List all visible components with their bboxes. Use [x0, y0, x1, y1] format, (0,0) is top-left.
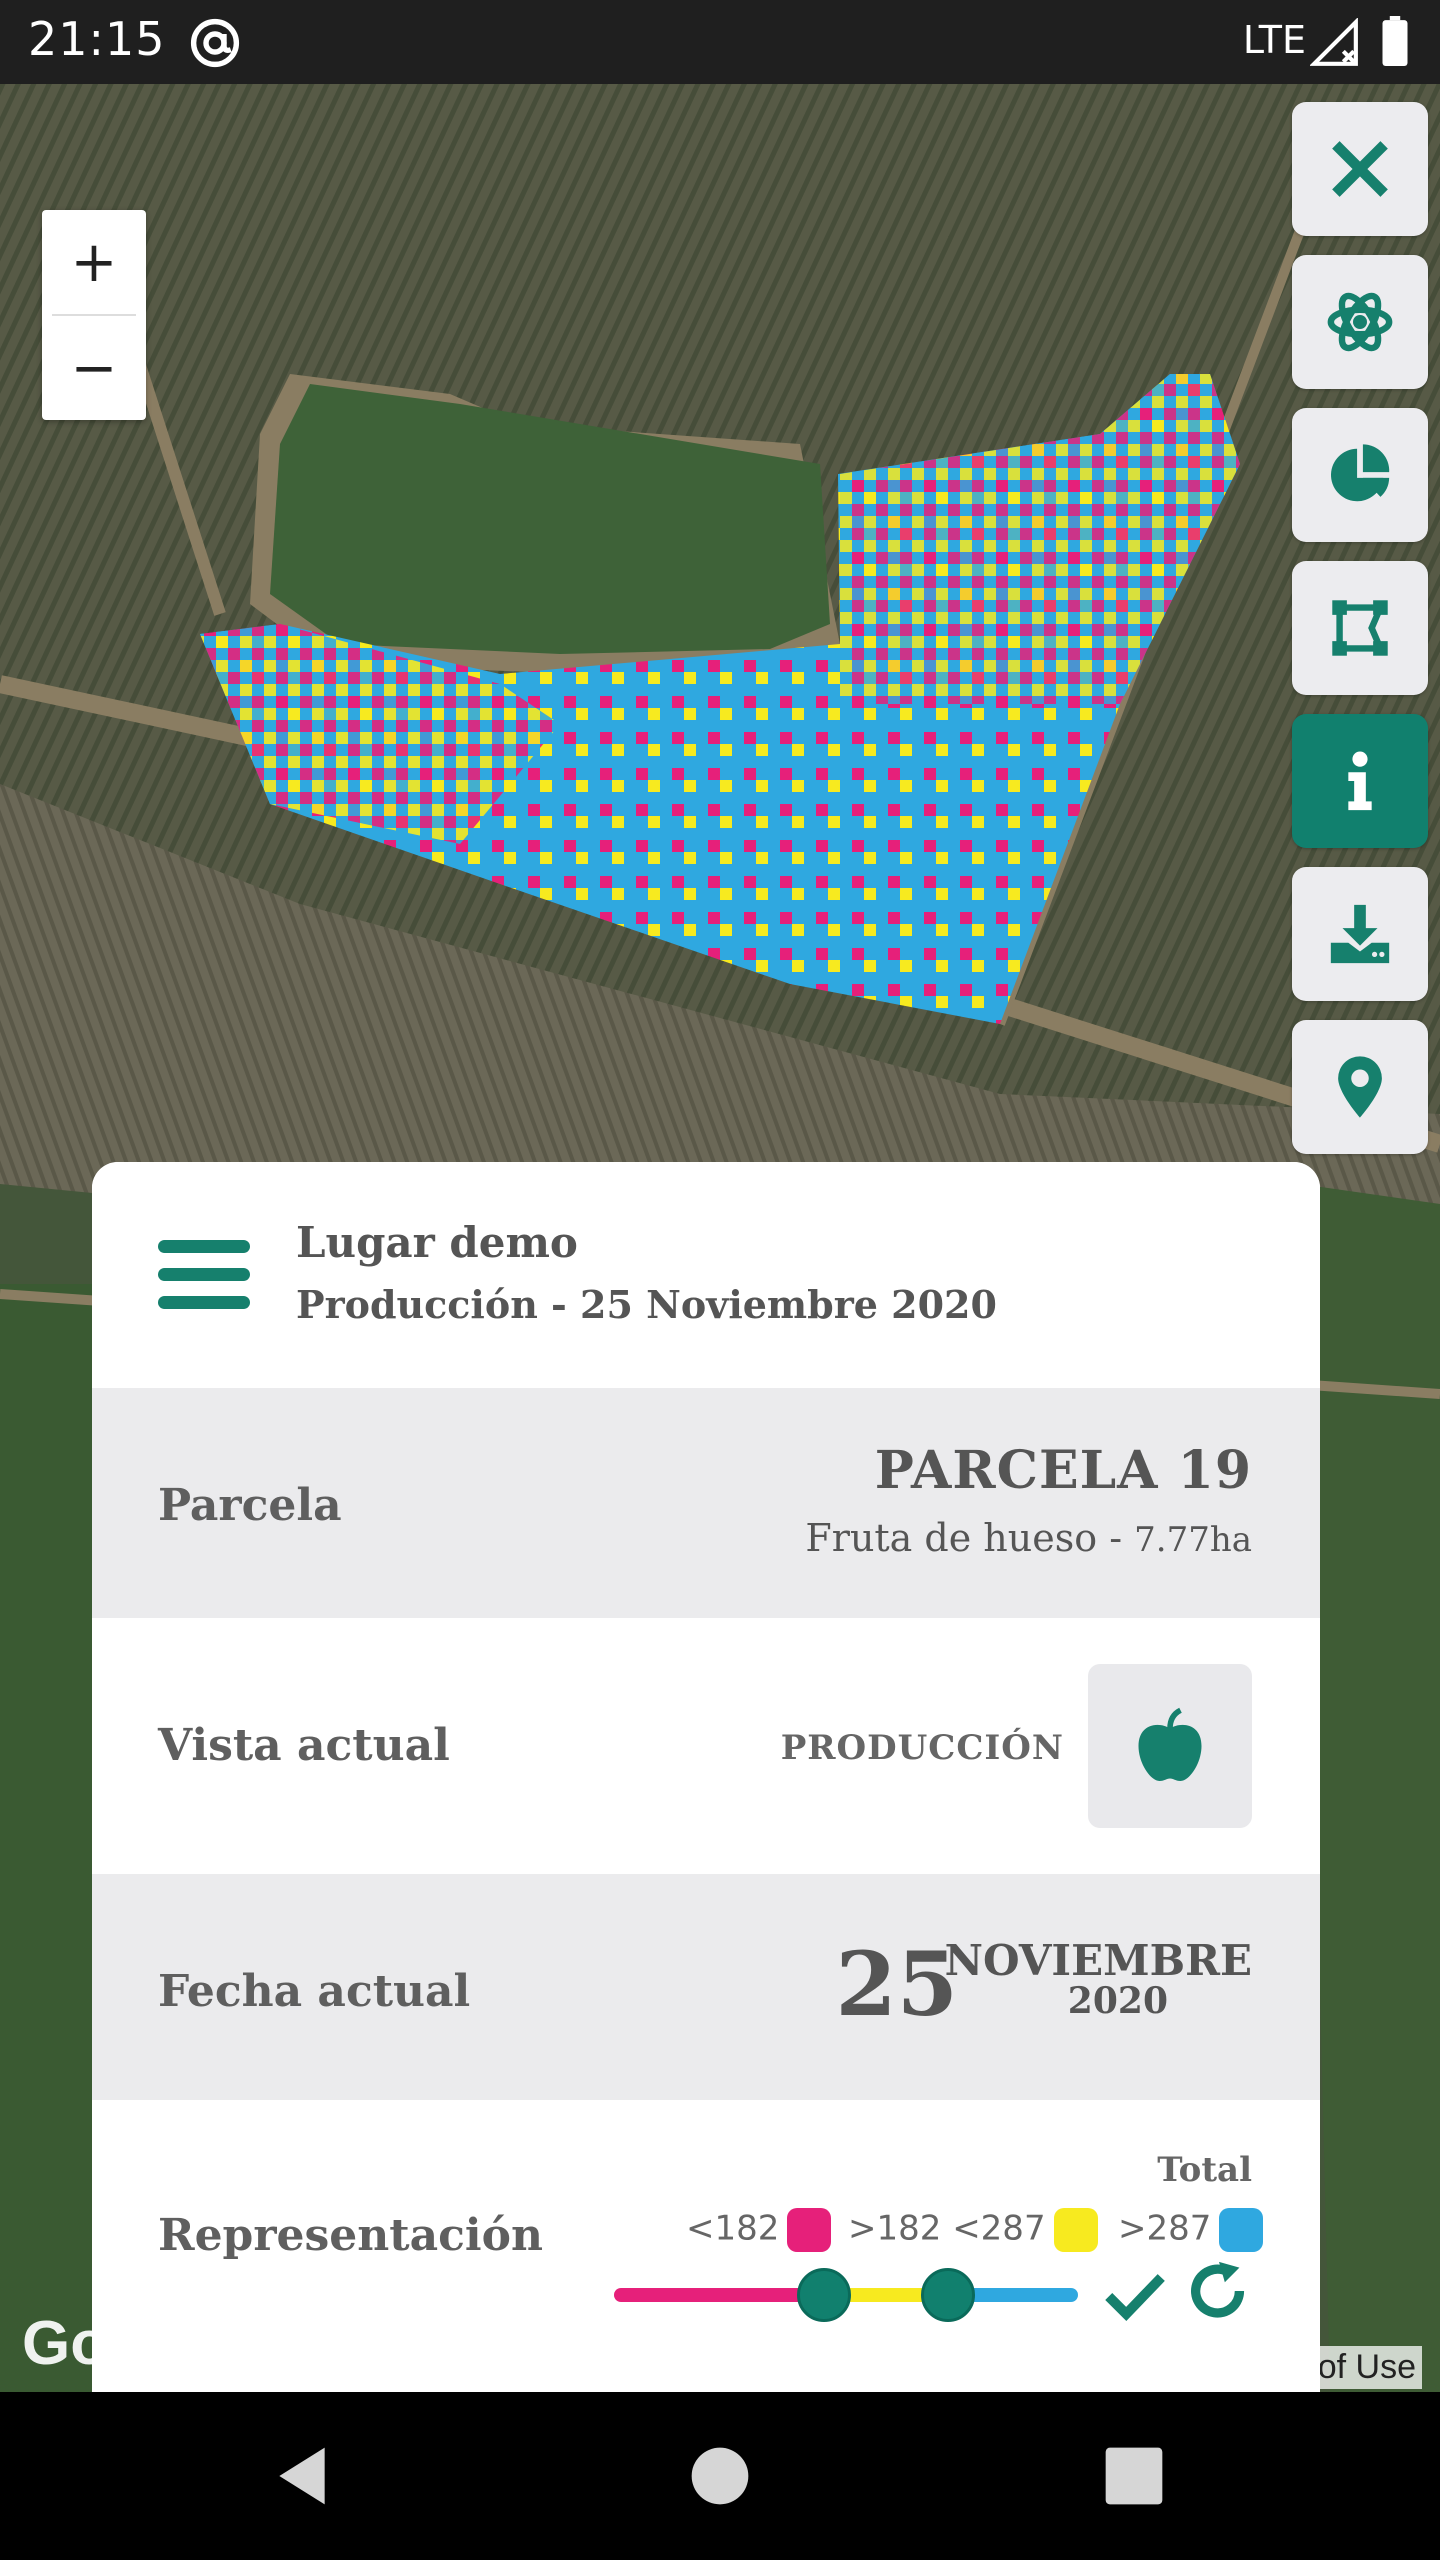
pie-chart-icon	[1330, 444, 1390, 502]
terms-of-use-link[interactable]: of Use	[1311, 2346, 1422, 2389]
apple-icon	[1138, 1707, 1202, 1781]
total-label: Total	[1157, 2150, 1252, 2190]
parcela-description: Fruta de hueso - 7.77ha	[805, 1516, 1252, 1560]
info-panel: Lugar demo Producción - 25 Noviembre 202…	[92, 1162, 1320, 2392]
reset-icon[interactable]	[1184, 2256, 1254, 2326]
date-day: 25	[835, 1932, 958, 2036]
range-low-segment	[614, 2288, 824, 2302]
range-knob-high[interactable]	[921, 2268, 975, 2322]
date-year: 2020	[1067, 1980, 1168, 2022]
network-type: LTE	[1242, 18, 1306, 62]
parcela-area: 7.77	[1134, 1520, 1210, 1560]
battery-icon	[1382, 16, 1408, 66]
at-sign-icon	[190, 18, 240, 68]
menu-button[interactable]	[158, 1240, 250, 1312]
panel-header: Lugar demo Producción - 25 Noviembre 202…	[92, 1162, 1320, 1388]
legend-high-swatch	[1219, 2208, 1264, 2252]
range-knob-low[interactable]	[797, 2268, 851, 2322]
close-icon	[1332, 141, 1388, 197]
download-button[interactable]	[1292, 867, 1428, 1001]
download-icon	[1330, 904, 1390, 964]
edit-boundary-button[interactable]	[1292, 561, 1428, 695]
legend-low-swatch	[787, 2208, 832, 2252]
info-icon	[1348, 751, 1372, 811]
crop-type: Fruta de hueso -	[805, 1516, 1135, 1560]
recents-icon[interactable]	[1100, 2442, 1168, 2510]
vista-selector-button[interactable]	[1088, 1664, 1252, 1828]
zoom-in-button[interactable]: +	[42, 210, 146, 314]
legend-high-text: >287	[1118, 2208, 1212, 2249]
location-button[interactable]	[1292, 1020, 1428, 1154]
atom-icon	[1327, 292, 1393, 352]
vista-value: PRODUCCIÓN	[780, 1728, 1064, 1768]
site-name: Lugar demo	[296, 1218, 578, 1267]
home-icon[interactable]	[686, 2442, 754, 2510]
legend-mid-text: >182 <287	[848, 2208, 1046, 2249]
legend-mid-swatch	[1053, 2208, 1098, 2252]
panel-subtitle: Producción - 25 Noviembre 2020	[296, 1282, 997, 1327]
zoom-control: + −	[42, 210, 146, 420]
map-toolbar	[1292, 102, 1428, 1173]
legend-low-text: <182	[686, 2208, 780, 2249]
statistics-button[interactable]	[1292, 408, 1428, 542]
info-button[interactable]	[1292, 714, 1428, 848]
fecha-row[interactable]: Fecha actual 25 NOVIEMBRE 2020	[92, 1874, 1320, 2100]
hamburger-line	[158, 1268, 250, 1281]
vista-row: Vista actual PRODUCCIÓN	[92, 1618, 1320, 1874]
navigation-bar	[0, 2392, 1440, 2560]
location-pin-icon	[1338, 1056, 1382, 1118]
hamburger-icon	[158, 1240, 250, 1253]
status-bar: 21:15 LTE	[0, 0, 1440, 84]
apply-check-icon[interactable]	[1100, 2260, 1170, 2330]
range-slider[interactable]	[614, 2268, 1078, 2322]
area-unit: ha	[1209, 1520, 1252, 1560]
back-icon[interactable]	[268, 2442, 336, 2510]
legend-low: <182	[686, 2208, 832, 2252]
fecha-label: Fecha actual	[158, 1966, 471, 2017]
representacion-row: Representación Total <182 >182 <287 >287	[92, 2100, 1320, 2392]
signal-icon	[1310, 18, 1358, 66]
representacion-label: Representación	[158, 2210, 543, 2261]
analysis-button[interactable]	[1292, 255, 1428, 389]
parcela-name: PARCELA 19	[874, 1440, 1252, 1501]
date-month: NOVIEMBRE	[944, 1936, 1252, 1985]
polygon-edit-icon	[1332, 600, 1388, 656]
zoom-out-button[interactable]: −	[42, 316, 146, 420]
parcela-row[interactable]: Parcela PARCELA 19 Fruta de hueso - 7.77…	[92, 1388, 1320, 1618]
legend-mid: >182 <287	[848, 2208, 1098, 2252]
parcela-label: Parcela	[158, 1480, 342, 1531]
close-button[interactable]	[1292, 102, 1428, 236]
legend-high: >287	[1118, 2208, 1264, 2252]
vista-label: Vista actual	[158, 1720, 450, 1771]
clock: 21:15	[28, 12, 166, 66]
hamburger-line	[158, 1296, 250, 1309]
